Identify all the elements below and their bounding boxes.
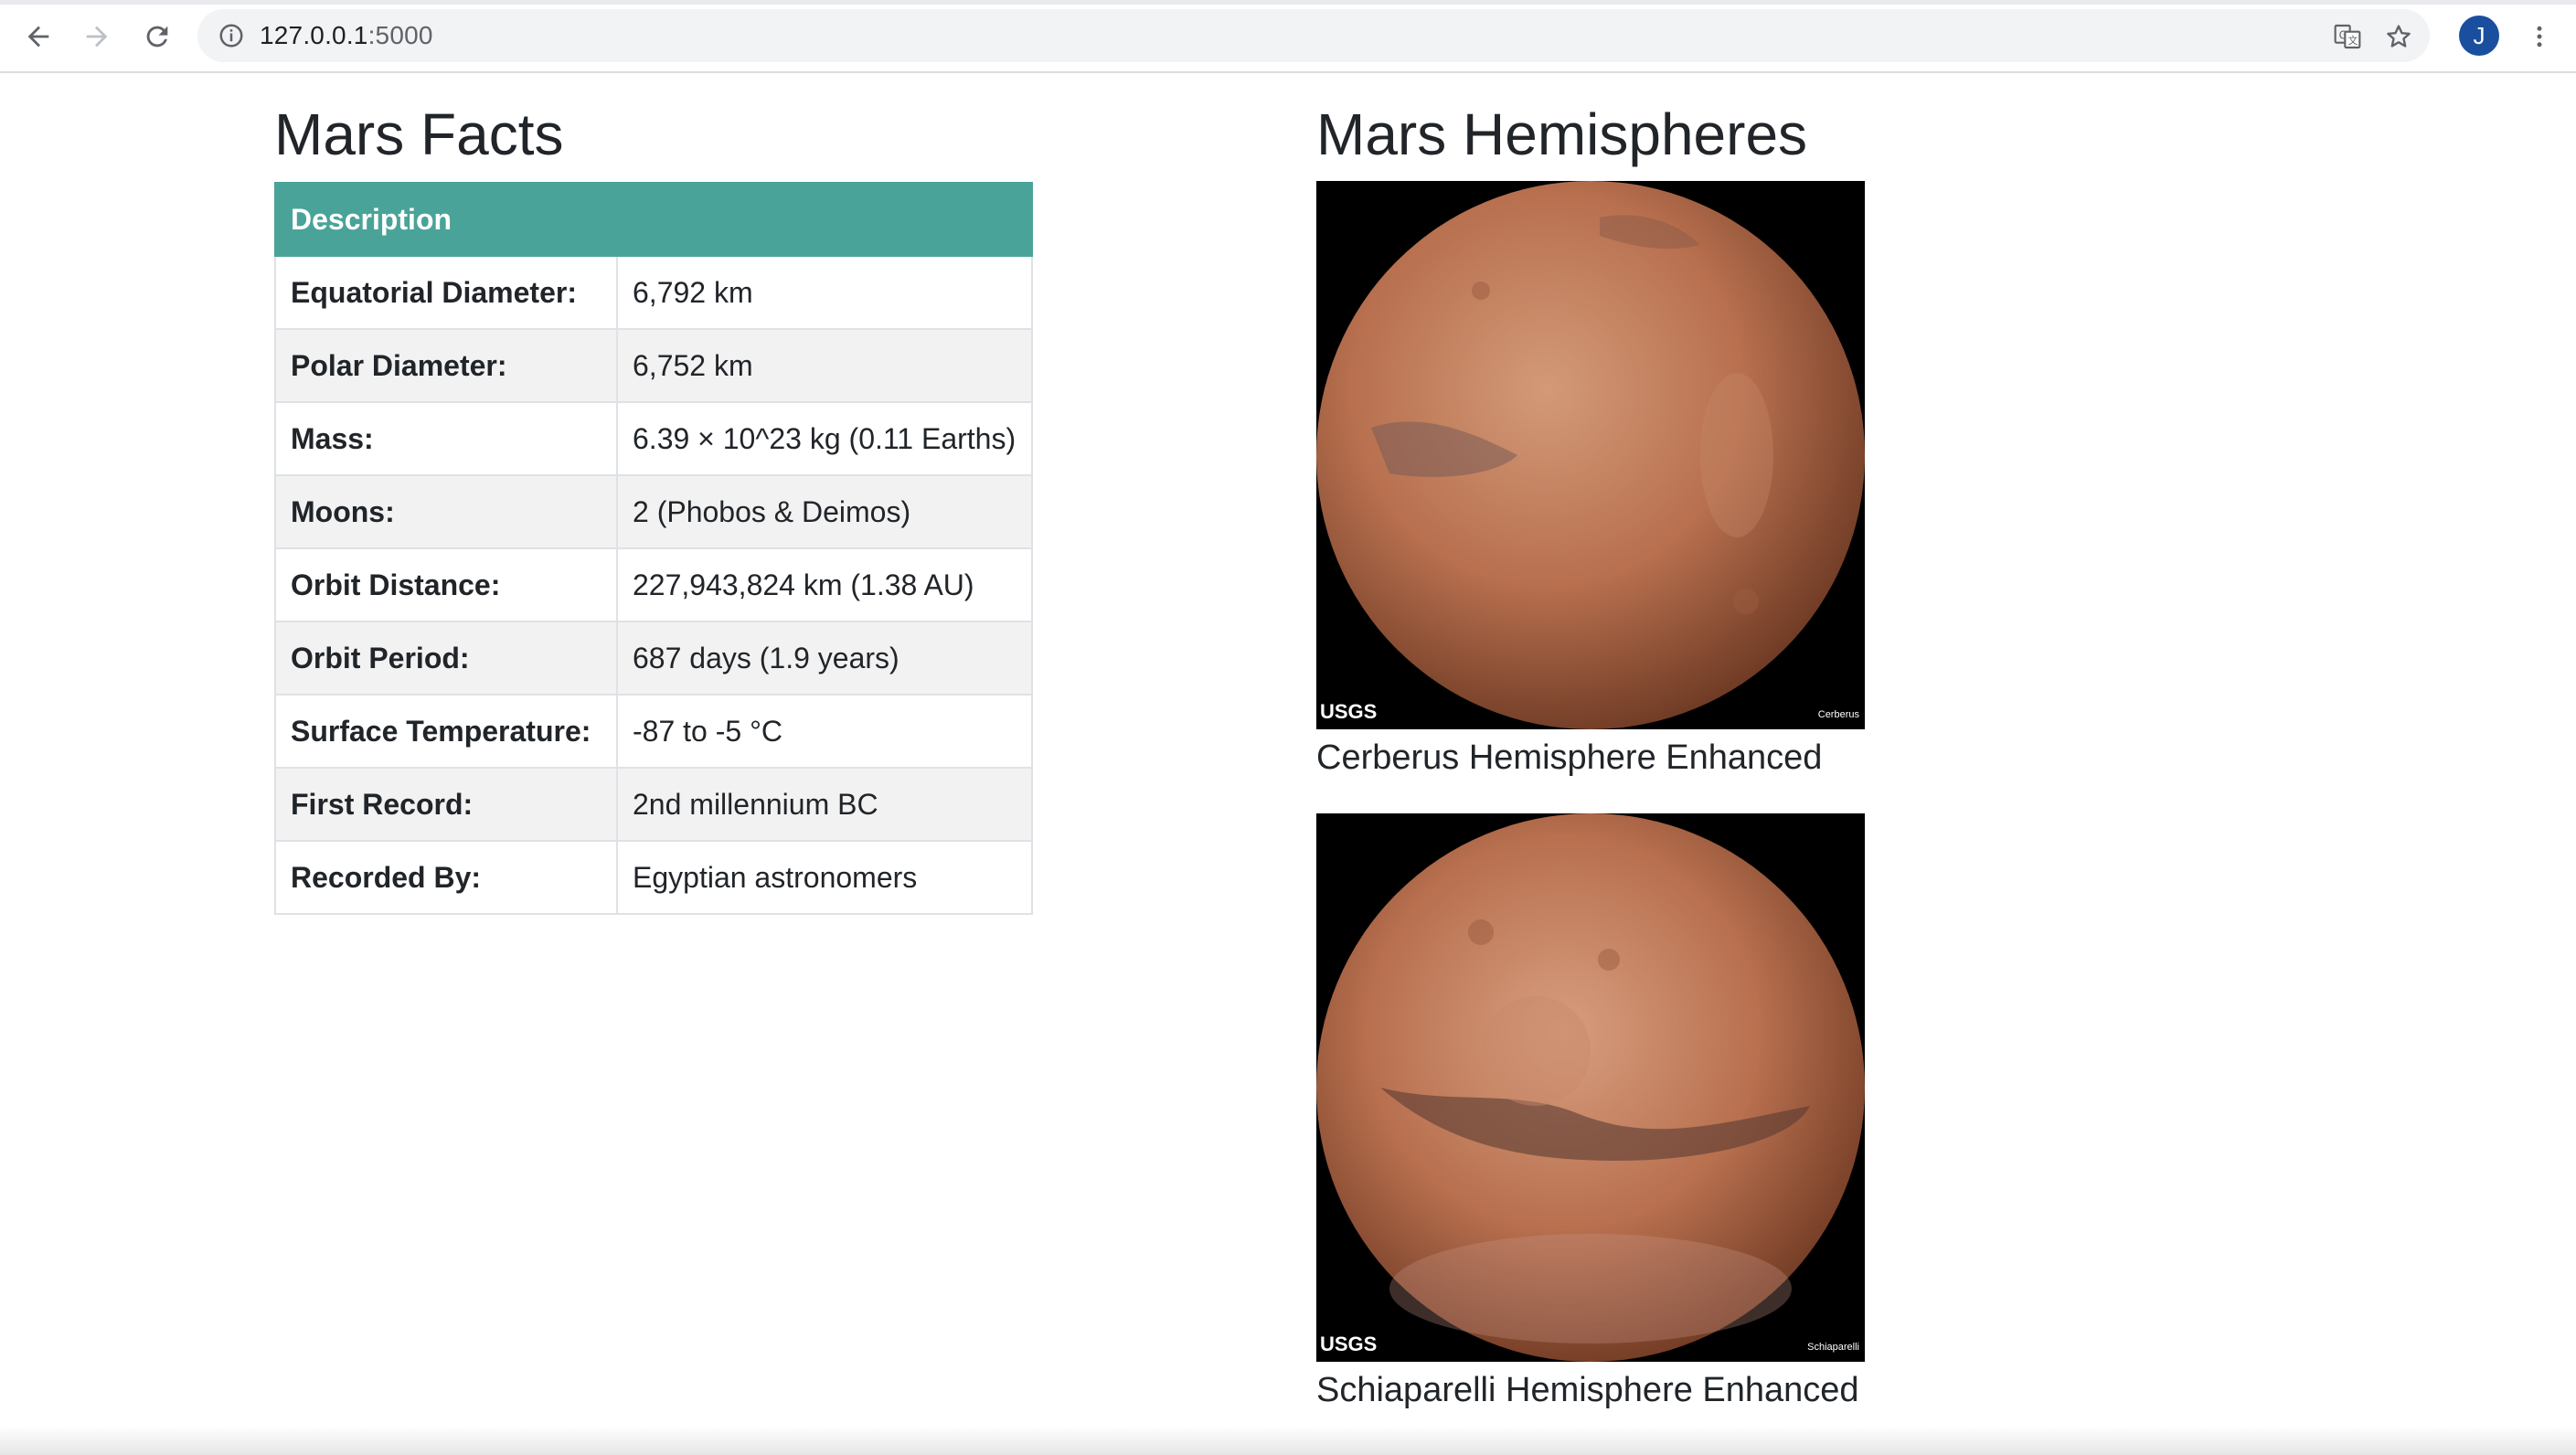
star-icon[interactable]: [2382, 20, 2415, 53]
table-header-row: Description: [274, 182, 1033, 257]
image-label: Schiaparelli: [1807, 1342, 1859, 1353]
fact-label: Equatorial Diameter:: [274, 255, 618, 330]
svg-text:文: 文: [2348, 35, 2358, 47]
fact-label: Orbit Distance:: [274, 547, 618, 622]
address-bar[interactable]: 127.0.0.1:5000 G文: [197, 9, 2430, 62]
translate-icon[interactable]: G文: [2331, 20, 2364, 53]
avatar[interactable]: J: [2459, 16, 2499, 56]
url-text[interactable]: 127.0.0.1:5000: [260, 9, 433, 62]
browser-toolbar: 127.0.0.1:5000 G文 J: [0, 0, 2576, 73]
url-port: :5000: [367, 21, 433, 49]
hemisphere-caption: Cerberus Hemisphere Enhanced: [1316, 738, 1823, 777]
fact-label: Orbit Period:: [274, 621, 618, 696]
table-row: First Record: 2nd millennium BC: [274, 767, 1033, 842]
fact-value: 6,752 km: [616, 328, 1033, 403]
loading-bar: [0, 0, 2576, 5]
back-arrow-icon: [27, 26, 49, 48]
fact-value: 6.39 × 10^23 kg (0.11 Earths): [616, 401, 1033, 476]
fact-label: First Record:: [274, 767, 618, 842]
fact-label: Surface Temperature:: [274, 694, 618, 769]
table-row: Orbit Period: 687 days (1.9 years): [274, 621, 1033, 696]
fact-value: 687 days (1.9 years): [616, 621, 1033, 696]
table-row: Polar Diameter: 6,752 km: [274, 328, 1033, 403]
more-menu-icon[interactable]: [2523, 16, 2556, 57]
image-label: Cerberus: [1817, 709, 1859, 720]
fact-value: 2 (Phobos & Deimos): [616, 474, 1033, 549]
fact-label: Moons:: [274, 474, 618, 549]
usgs-logo: USGS: [1320, 700, 1378, 723]
hemisphere-image[interactable]: USGS Schiaparelli: [1316, 813, 1865, 1362]
page-content: Mars Facts Description Equatorial Diamet…: [0, 73, 2576, 1455]
table-row: Surface Temperature: -87 to -5 °C: [274, 694, 1033, 769]
table-row: Orbit Distance: 227,943,824 km (1.38 AU): [274, 547, 1033, 622]
forward-button[interactable]: [77, 16, 117, 57]
fact-label: Polar Diameter:: [274, 328, 618, 403]
reload-icon: [146, 26, 168, 48]
fact-value: 227,943,824 km (1.38 AU): [616, 547, 1033, 622]
table-row: Recorded By: Egyptian astronomers: [274, 840, 1033, 915]
facts-title: Mars Facts: [274, 101, 564, 167]
back-button[interactable]: [18, 16, 59, 57]
reload-button[interactable]: [137, 16, 177, 57]
table-row: Moons: 2 (Phobos & Deimos): [274, 474, 1033, 549]
usgs-logo: USGS: [1320, 1333, 1378, 1355]
header-description: Description: [274, 182, 618, 257]
hemisphere-card: USGS Schiaparelli Schiaparelli Hemispher…: [1316, 813, 1865, 1410]
fact-value: -87 to -5 °C: [616, 694, 1033, 769]
fact-value: 6,792 km: [616, 255, 1033, 330]
fact-label: Recorded By:: [274, 840, 618, 915]
fact-value: Egyptian astronomers: [616, 840, 1033, 915]
hemispheres-title: Mars Hemispheres: [1316, 101, 1808, 167]
header-value: [616, 182, 1033, 257]
fact-label: Mass:: [274, 401, 618, 476]
hemisphere-card: USGS Cerberus Cerberus Hemisphere Enhanc…: [1316, 181, 1865, 778]
bottom-fade: [0, 1426, 2576, 1455]
hemisphere-image[interactable]: USGS Cerberus: [1316, 181, 1865, 729]
table-row: Equatorial Diameter: 6,792 km: [274, 255, 1033, 330]
url-host: 127.0.0.1: [260, 21, 368, 49]
table-row: Mass: 6.39 × 10^23 kg (0.11 Earths): [274, 401, 1033, 476]
facts-table: Description Equatorial Diameter: 6,792 km…: [274, 182, 1033, 915]
info-icon[interactable]: [218, 22, 245, 49]
fact-value: 2nd millennium BC: [616, 767, 1033, 842]
forward-arrow-icon: [86, 26, 108, 48]
hemisphere-caption: Schiaparelli Hemisphere Enhanced: [1316, 1371, 1859, 1409]
